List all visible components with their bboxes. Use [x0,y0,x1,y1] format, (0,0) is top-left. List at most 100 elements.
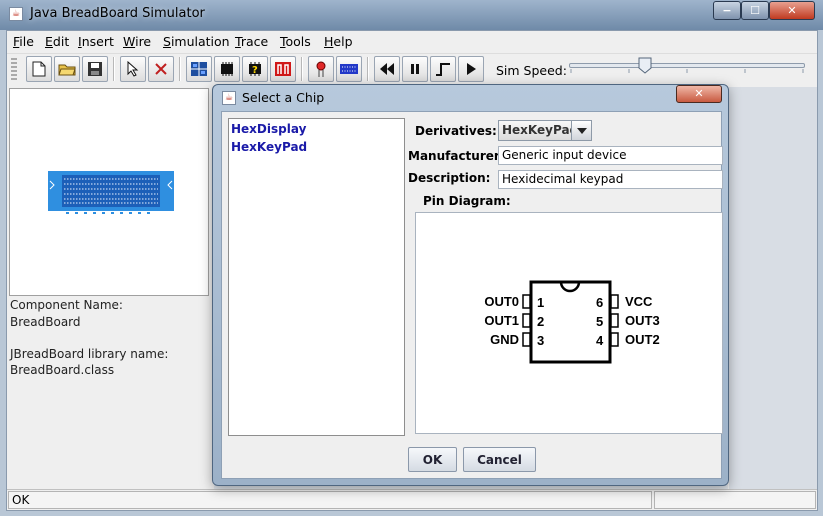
pin-box-6 [610,294,619,309]
menu-help[interactable]: Help [324,34,353,49]
select-arrow-icon [127,61,139,77]
menu-edit[interactable]: Edit [45,34,69,49]
library-name-label: JBreadBoard library name: [10,347,169,361]
pin-name: OUT3 [625,313,660,328]
sim-speed-slider-track[interactable] [569,63,805,68]
status-bar: OK [7,489,817,510]
breadboard-icon [340,64,358,74]
save-button[interactable] [82,56,108,82]
pin-number: 2 [537,314,544,329]
menu-insert[interactable]: Insert [78,34,114,49]
toolbar-separator [113,57,115,81]
open-folder-icon [58,64,76,76]
pin-number: 5 [596,314,603,329]
description-field[interactable]: Hexidecimal keypad [498,170,723,189]
ok-button[interactable]: OK [408,447,457,472]
delete-button[interactable] [148,56,174,82]
component-name-label: Component Name: [10,298,123,312]
maximize-button[interactable]: ☐ [741,1,769,20]
pin-number: 3 [537,333,544,348]
window-titlebar[interactable]: ☕ Java BreadBoard Simulator − ☐ ✕ [0,0,823,30]
select-button[interactable] [120,56,146,82]
unknown-chip-button[interactable]: ? [242,56,268,82]
grid-icon [191,62,207,76]
step-button[interactable] [430,56,456,82]
led-icon [316,61,326,77]
dialog-body: HexDisplay HexKeyPad Derivatives: HexKey… [221,111,723,479]
pin-number: 1 [537,295,544,310]
chip-pin-diagram: OUT0 OUT1 GND 1 2 3 6 5 4 VCC OUT3 OUT2 [484,280,660,364]
rewind-button[interactable] [374,56,400,82]
menu-file[interactable]: File [13,34,34,49]
switch-icon [275,62,291,76]
new-file-icon [32,61,46,77]
menu-tools[interactable]: Tools [280,34,311,49]
pause-icon [411,64,419,74]
dialog-close-button[interactable]: ✕ [676,85,722,103]
grid-button[interactable] [186,56,212,82]
library-name-value: BreadBoard.class [10,363,115,377]
open-button[interactable] [54,56,80,82]
chip-list-item-hexdisplay[interactable]: HexDisplay [231,122,306,136]
menu-wire[interactable]: Wire [123,34,151,49]
cancel-button[interactable]: Cancel [463,447,536,472]
pin-name: VCC [625,294,653,309]
unknown-chip-icon: ? [249,62,261,76]
derivatives-dropdown[interactable]: HexKeyPad [498,120,592,141]
manufacturer-label: Manufacturer: [408,149,505,163]
rewind-icon [380,63,394,75]
pin-diagram-label: Pin Diagram: [423,194,511,208]
pin-box-5 [610,313,619,328]
play-icon [467,63,476,75]
toolbar-grip[interactable] [11,58,17,82]
pin-number: 6 [596,295,603,310]
pin-name: GND [490,332,519,347]
menu-bar: File Edit Insert Wire Simulation Trace T… [7,31,817,53]
pin-box-3 [522,332,531,347]
component-name-value: BreadBoard [10,315,81,329]
menu-simulation[interactable]: Simulation [163,34,230,49]
manufacturer-field[interactable]: Generic input device [498,146,723,165]
menu-trace[interactable]: Trace [235,34,268,49]
pause-button[interactable] [402,56,428,82]
pin-box-1 [522,294,531,309]
led-button[interactable] [308,56,334,82]
toolbar-separator [367,57,369,81]
toolbar: ? Sim Speed: [7,53,817,85]
pin-name: OUT1 [484,313,519,328]
insert-chip-button[interactable] [214,56,240,82]
chip-icon [221,62,233,76]
workspace-background [729,87,817,489]
switch-button[interactable] [270,56,296,82]
select-chip-dialog: ☕ Select a Chip ✕ HexDisplay HexKeyPad D… [212,84,729,486]
dialog-title: Select a Chip [242,90,325,105]
pin-number: 4 [596,333,604,348]
pin-box-2 [522,313,531,328]
sim-speed-ticks [570,69,804,73]
save-icon [88,62,102,76]
svg-text:?: ? [252,65,258,76]
derivatives-selected: HexKeyPad [502,123,579,137]
step-icon [436,63,450,76]
breadboard-preview-image [48,171,174,214]
component-panel: Component Name: BreadBoard JBreadBoard l… [7,87,212,489]
derivatives-label: Derivatives: [415,124,497,138]
toolbar-separator [301,57,303,81]
pin-diagram: OUT0 OUT1 GND 1 2 3 6 5 4 VCC OUT3 OUT2 [415,212,723,434]
sim-speed-label: Sim Speed: [496,63,567,78]
component-preview [9,88,209,296]
chip-list[interactable]: HexDisplay HexKeyPad [228,118,405,436]
chip-list-item-hexkeypad[interactable]: HexKeyPad [231,140,307,154]
breadboard-button[interactable] [336,56,362,82]
delete-icon [155,63,167,75]
minimize-button[interactable]: − [713,1,741,20]
java-cup-icon: ☕ [222,91,236,105]
dropdown-arrow-icon[interactable] [571,121,591,140]
play-button[interactable] [458,56,484,82]
status-text: OK [8,491,652,509]
java-cup-icon: ☕ [9,7,23,21]
new-file-button[interactable] [26,56,52,82]
close-button[interactable]: ✕ [769,1,815,20]
pin-name: OUT2 [625,332,660,347]
sim-speed-slider-thumb[interactable] [638,57,652,74]
